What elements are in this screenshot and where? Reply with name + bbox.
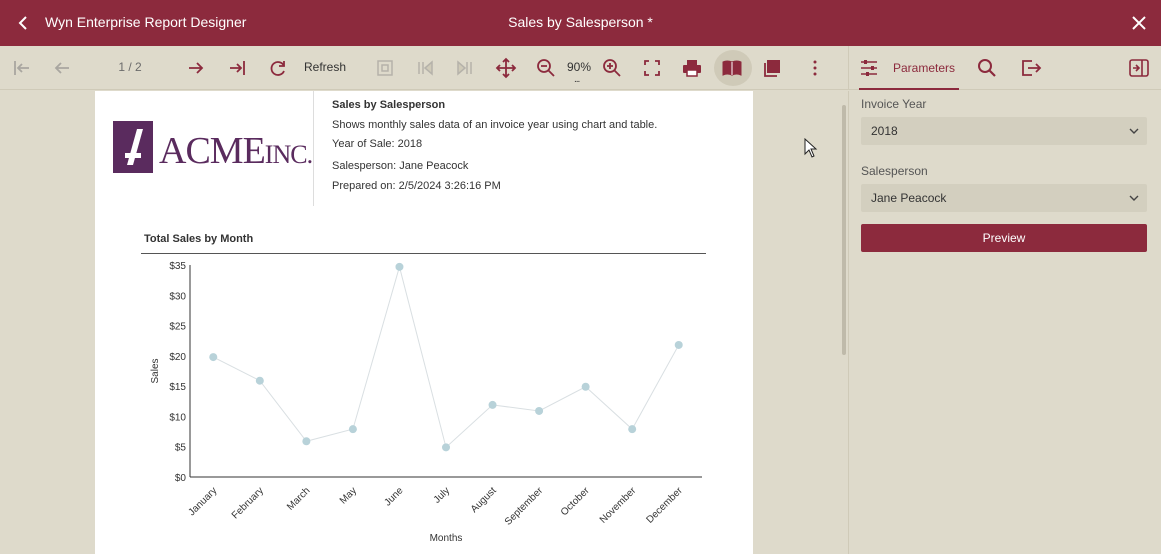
report-page: ACMEINC. Sales by Salesperson Shows mont… bbox=[95, 91, 753, 554]
data-point bbox=[302, 437, 311, 446]
tab-parameters-label: Parameters bbox=[893, 61, 956, 75]
invoice-year-select[interactable]: 2018 bbox=[861, 117, 1147, 145]
x-tick-label: November bbox=[598, 485, 639, 526]
document-title: Sales by Salesperson * bbox=[508, 14, 653, 30]
invoice-year-label: Invoice Year bbox=[861, 97, 927, 111]
next-page-icon[interactable] bbox=[184, 56, 208, 80]
y-tick-label: $5 bbox=[175, 443, 187, 454]
series-line bbox=[213, 264, 680, 449]
data-point bbox=[209, 353, 218, 362]
pan-move-icon[interactable] bbox=[494, 56, 518, 80]
search-icon[interactable] bbox=[975, 56, 999, 80]
prepared-on: Prepared on: 2/5/2024 3:26:16 PM bbox=[332, 180, 501, 192]
report-description: Shows monthly sales data of an invoice y… bbox=[332, 119, 658, 131]
y-tick-label: $25 bbox=[169, 322, 186, 333]
book-view-icon[interactable] bbox=[720, 56, 744, 80]
x-tick-label: May bbox=[338, 485, 359, 506]
zoom-out-icon[interactable] bbox=[534, 56, 558, 80]
first-page-icon[interactable] bbox=[10, 56, 34, 80]
y-tick-label: $30 bbox=[169, 291, 186, 302]
title-bar: Wyn Enterprise Report Designer Sales by … bbox=[0, 0, 1161, 46]
y-tick-label: $0 bbox=[175, 473, 187, 484]
step-back-icon[interactable] bbox=[413, 56, 437, 80]
y-axis-label: Sales bbox=[150, 358, 161, 383]
salesperson-info: Salesperson: Jane Peacock bbox=[332, 160, 469, 172]
x-tick-label: July bbox=[432, 485, 452, 505]
chevron-down-icon bbox=[1129, 128, 1139, 134]
data-point bbox=[488, 400, 497, 409]
data-point bbox=[348, 425, 357, 434]
y-tick-label: $15 bbox=[169, 382, 186, 393]
salesperson-select[interactable]: Jane Peacock bbox=[861, 184, 1147, 212]
chart-title: Total Sales by Month bbox=[144, 233, 254, 245]
x-axis-label: Months bbox=[430, 533, 463, 544]
salesperson-value: Jane Peacock bbox=[871, 191, 947, 205]
close-icon[interactable] bbox=[1129, 13, 1149, 33]
export-icon[interactable] bbox=[373, 56, 397, 80]
viewer-scrollbar[interactable] bbox=[842, 105, 846, 355]
salesperson-label: Salesperson bbox=[861, 164, 928, 178]
logo-text: ACMEINC. bbox=[159, 130, 313, 172]
x-tick-label: August bbox=[469, 485, 499, 515]
x-tick-label: September bbox=[503, 485, 546, 528]
sliders-icon bbox=[861, 60, 877, 76]
data-point bbox=[581, 382, 590, 391]
logo-mark-icon bbox=[113, 121, 153, 173]
chevron-down-icon bbox=[1129, 195, 1139, 201]
year-of-sale: Year of Sale: 2018 bbox=[332, 138, 423, 150]
invoice-year-value: 2018 bbox=[871, 124, 898, 138]
header-divider bbox=[313, 91, 314, 206]
report-title: Sales by Salesperson bbox=[332, 99, 446, 111]
data-point bbox=[442, 443, 450, 452]
step-forward-icon[interactable] bbox=[453, 56, 477, 80]
tab-parameters[interactable]: Parameters bbox=[859, 46, 959, 90]
collapse-sidebar-icon[interactable] bbox=[1127, 56, 1151, 80]
print-icon[interactable] bbox=[680, 56, 704, 80]
data-point bbox=[674, 340, 683, 349]
more-options-icon[interactable] bbox=[803, 56, 827, 80]
sales-line-chart: $0 $5 $10 $15 $20 $25 $30 $35 Sales January Februa… bbox=[150, 261, 702, 544]
preview-button[interactable]: Preview bbox=[861, 224, 1147, 252]
data-point bbox=[395, 262, 404, 271]
x-tick-label: January bbox=[186, 485, 219, 518]
parameters-panel: Invoice Year 2018 Salesperson Jane Peaco… bbox=[848, 91, 1161, 554]
x-tick-label: March bbox=[285, 485, 312, 512]
export-out-icon[interactable] bbox=[1019, 56, 1043, 80]
y-tick-label: $35 bbox=[169, 261, 186, 272]
last-page-icon[interactable] bbox=[225, 56, 249, 80]
y-tick-label: $10 bbox=[169, 412, 186, 423]
document-map-icon[interactable] bbox=[761, 56, 785, 80]
y-tick-label: $20 bbox=[169, 352, 186, 363]
data-point bbox=[628, 425, 637, 434]
mouse-cursor-icon bbox=[804, 138, 818, 158]
x-tick-label: February bbox=[230, 485, 266, 521]
x-tick-label: October bbox=[559, 485, 592, 518]
data-point bbox=[255, 376, 264, 385]
zoom-level[interactable]: 90% bbox=[566, 60, 592, 74]
refresh-label[interactable]: Refresh bbox=[304, 60, 346, 74]
report-viewer[interactable]: ACMEINC. Sales by Salesperson Shows mont… bbox=[0, 91, 848, 554]
page-indicator[interactable]: 1 / 2 bbox=[110, 60, 150, 74]
refresh-icon[interactable] bbox=[266, 56, 290, 80]
data-point bbox=[535, 406, 544, 415]
x-tick-label: December bbox=[644, 485, 685, 526]
x-tick-label: June bbox=[382, 485, 405, 508]
zoom-in-icon[interactable] bbox=[600, 56, 624, 80]
acme-logo: ACMEINC. bbox=[113, 121, 313, 175]
previous-page-icon[interactable] bbox=[50, 56, 74, 80]
sidebar-tabs: Parameters bbox=[848, 46, 1161, 90]
zoom-dropdown-indicator[interactable]: ... bbox=[574, 74, 580, 85]
fullscreen-icon[interactable] bbox=[640, 56, 664, 80]
